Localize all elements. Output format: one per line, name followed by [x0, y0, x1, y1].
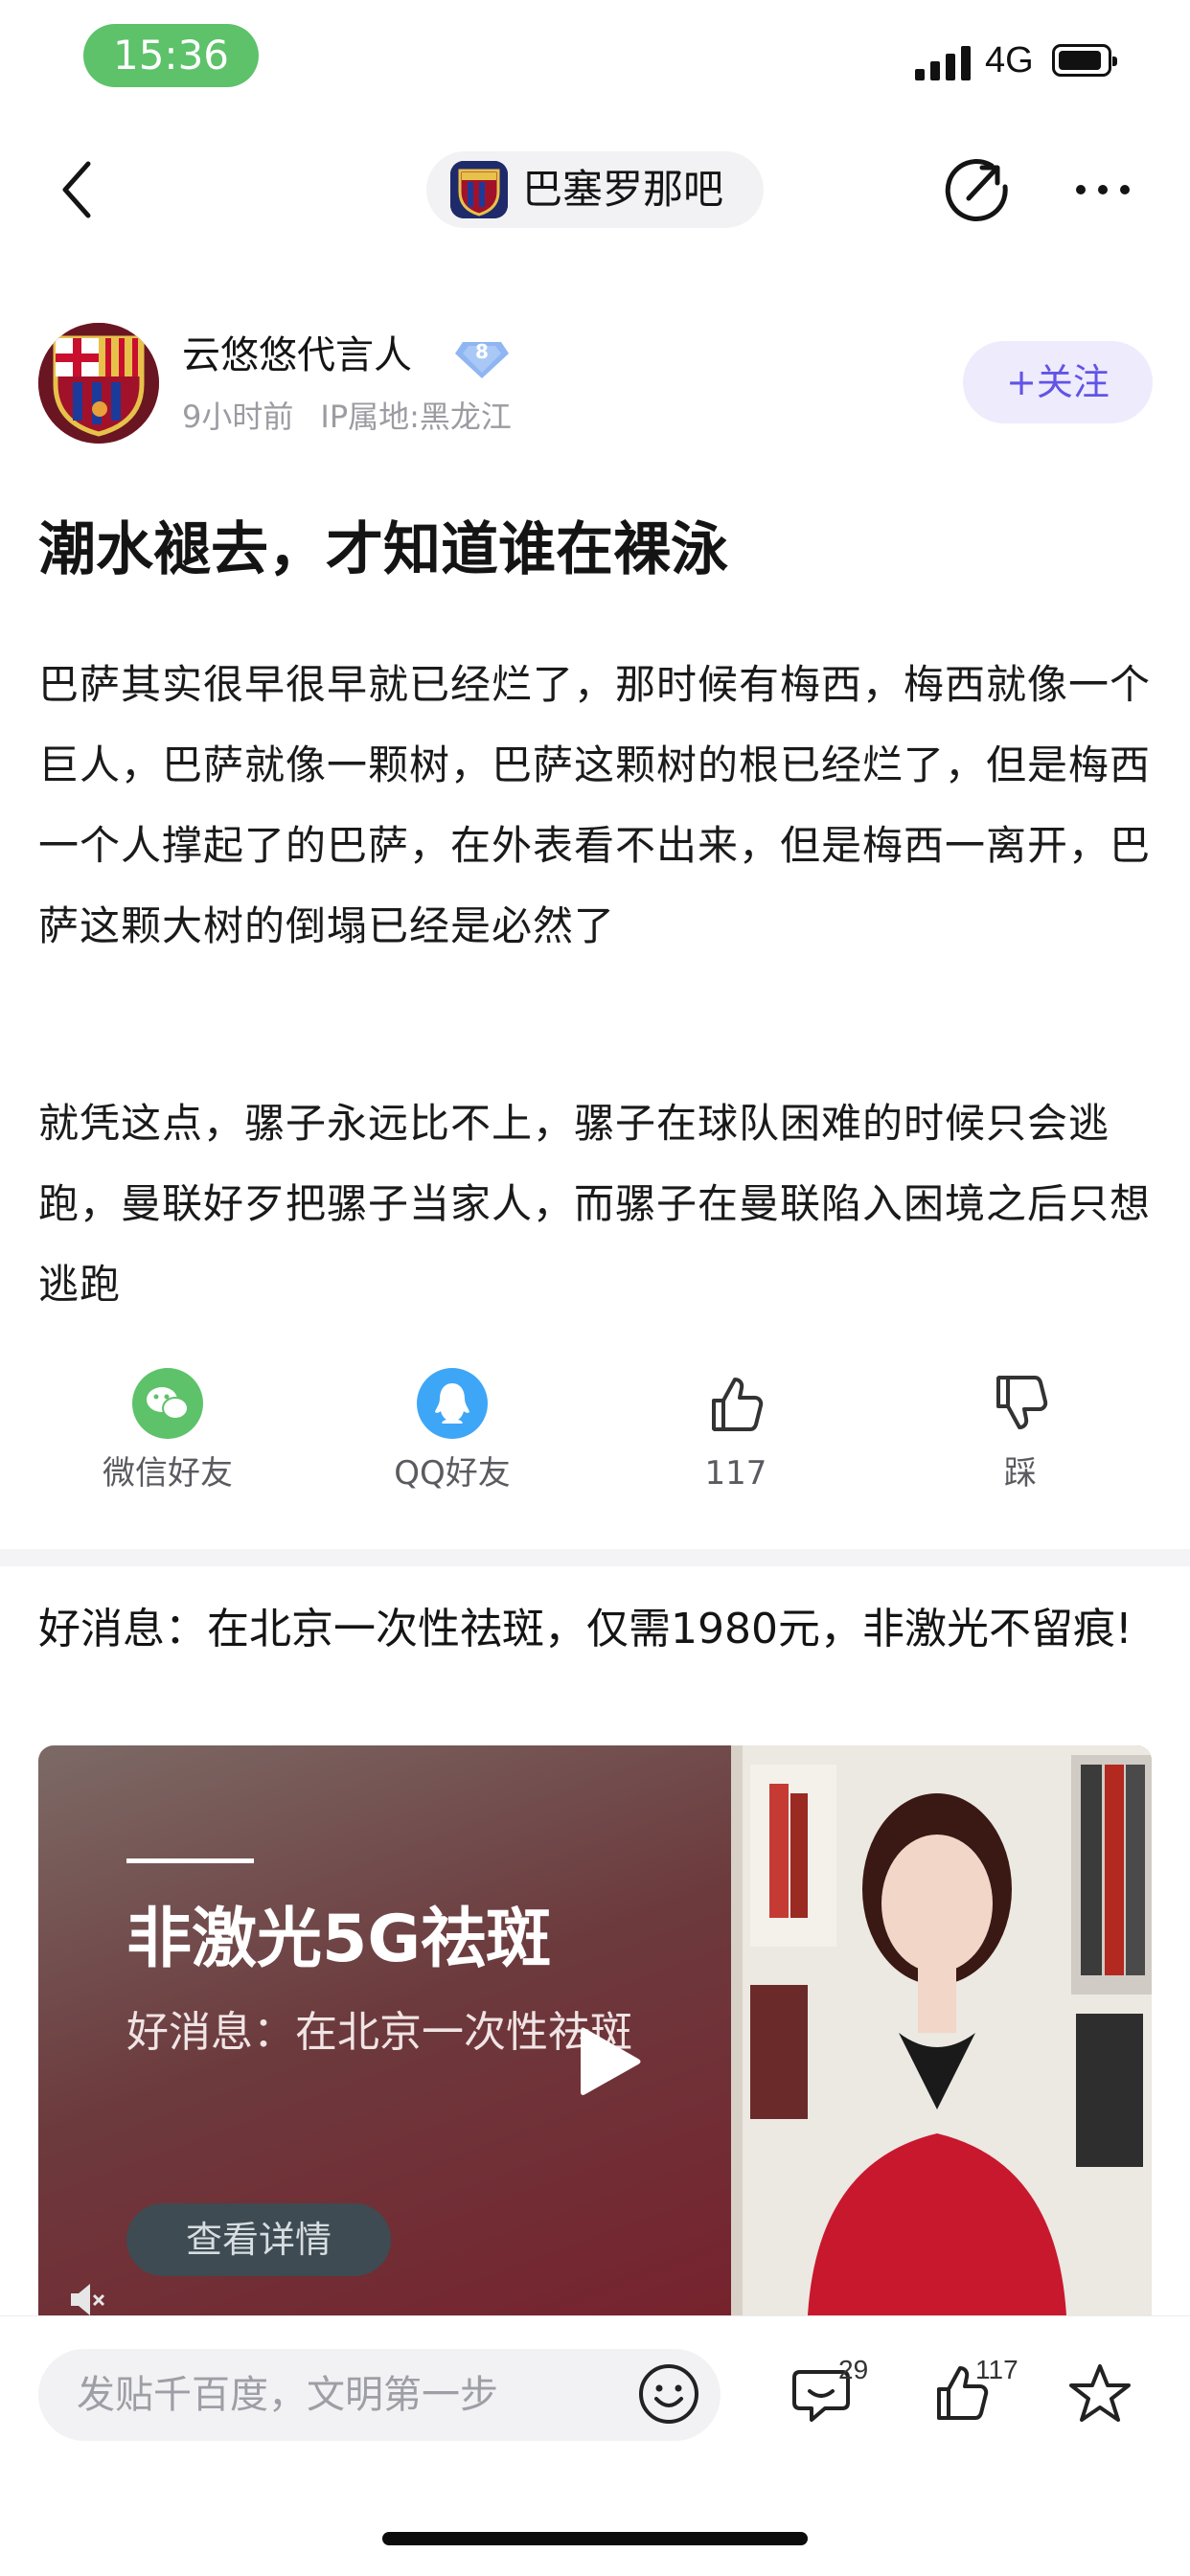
- like-button[interactable]: 117: [640, 1368, 832, 1494]
- level-badge: 8: [455, 338, 509, 378]
- author-name[interactable]: 云悠悠代言人: [182, 329, 412, 382]
- back-arrow-icon[interactable]: [57, 158, 96, 221]
- qq-label: QQ好友: [394, 1454, 511, 1493]
- forum-logo: [450, 161, 508, 218]
- post-paragraph-1: 巴萨其实很早很早就已经烂了，那时候有梅西，梅西就像一个巨人，巴萨就像一颗树，巴萨…: [38, 661, 1152, 949]
- ad-accent-line: [126, 1858, 254, 1863]
- ad-video[interactable]: 非激光5G祛斑 好消息：在北京一次性祛斑 查看详情: [38, 1745, 1152, 2315]
- like-bar-count: 117: [975, 2355, 1018, 2384]
- like-count: 117: [704, 1454, 767, 1493]
- home-indicator: [382, 2532, 808, 2545]
- thumbs-down-icon: [996, 1376, 1048, 1429]
- emoji-icon[interactable]: [637, 2362, 700, 2426]
- ip-location: IP属地:黑龙江: [320, 399, 512, 435]
- follow-button[interactable]: +关注: [963, 341, 1153, 423]
- avatar[interactable]: [38, 323, 159, 444]
- battery-icon: [1052, 44, 1117, 77]
- network-type: 4G: [985, 40, 1034, 80]
- ad-headline: 非激光5G祛斑: [126, 1902, 552, 1977]
- dislike-button[interactable]: 踩: [925, 1368, 1116, 1494]
- post-time: 9小时前: [182, 399, 294, 435]
- comment-placeholder[interactable]: 发贴千百度，文明第一步: [77, 2349, 498, 2441]
- status-time: 15:36: [83, 24, 259, 87]
- ad-details-button[interactable]: 查看详情: [126, 2203, 391, 2276]
- share-wechat-button[interactable]: 微信好友: [72, 1368, 263, 1494]
- more-icon[interactable]: [1073, 180, 1133, 199]
- mute-icon[interactable]: [67, 2280, 105, 2315]
- play-icon[interactable]: [563, 2018, 650, 2105]
- thumbs-up-icon: [712, 1378, 764, 1431]
- post-meta: 9小时前 IP属地:黑龙江: [182, 395, 512, 439]
- signal-icon: [915, 46, 971, 80]
- share-icon[interactable]: [944, 156, 1011, 223]
- ad-title[interactable]: 好消息：在北京一次性祛斑，仅需1980元，非激光不留痕!: [38, 1596, 1152, 1663]
- dislike-label: 踩: [1004, 1454, 1037, 1493]
- star-icon[interactable]: [1065, 2359, 1134, 2428]
- share-qq-button[interactable]: QQ好友: [356, 1368, 548, 1494]
- post-title: 潮水褪去，才知道谁在裸泳: [38, 516, 728, 583]
- comment-count: 29: [838, 2355, 869, 2384]
- post-paragraph-2: 就凭这点，骡子永远比不上，骡子在球队困难的时候只会逃跑，曼联好歹把骡子当家人，而…: [38, 1100, 1152, 1308]
- ad-video-presenter: [731, 1745, 1152, 2315]
- section-divider: [0, 1549, 1190, 1566]
- forum-name[interactable]: 巴塞罗那吧: [522, 161, 723, 218]
- wechat-label: 微信好友: [103, 1454, 233, 1493]
- qq-icon: [417, 1368, 488, 1439]
- wechat-icon: [132, 1368, 203, 1439]
- level-number: 8: [475, 340, 489, 363]
